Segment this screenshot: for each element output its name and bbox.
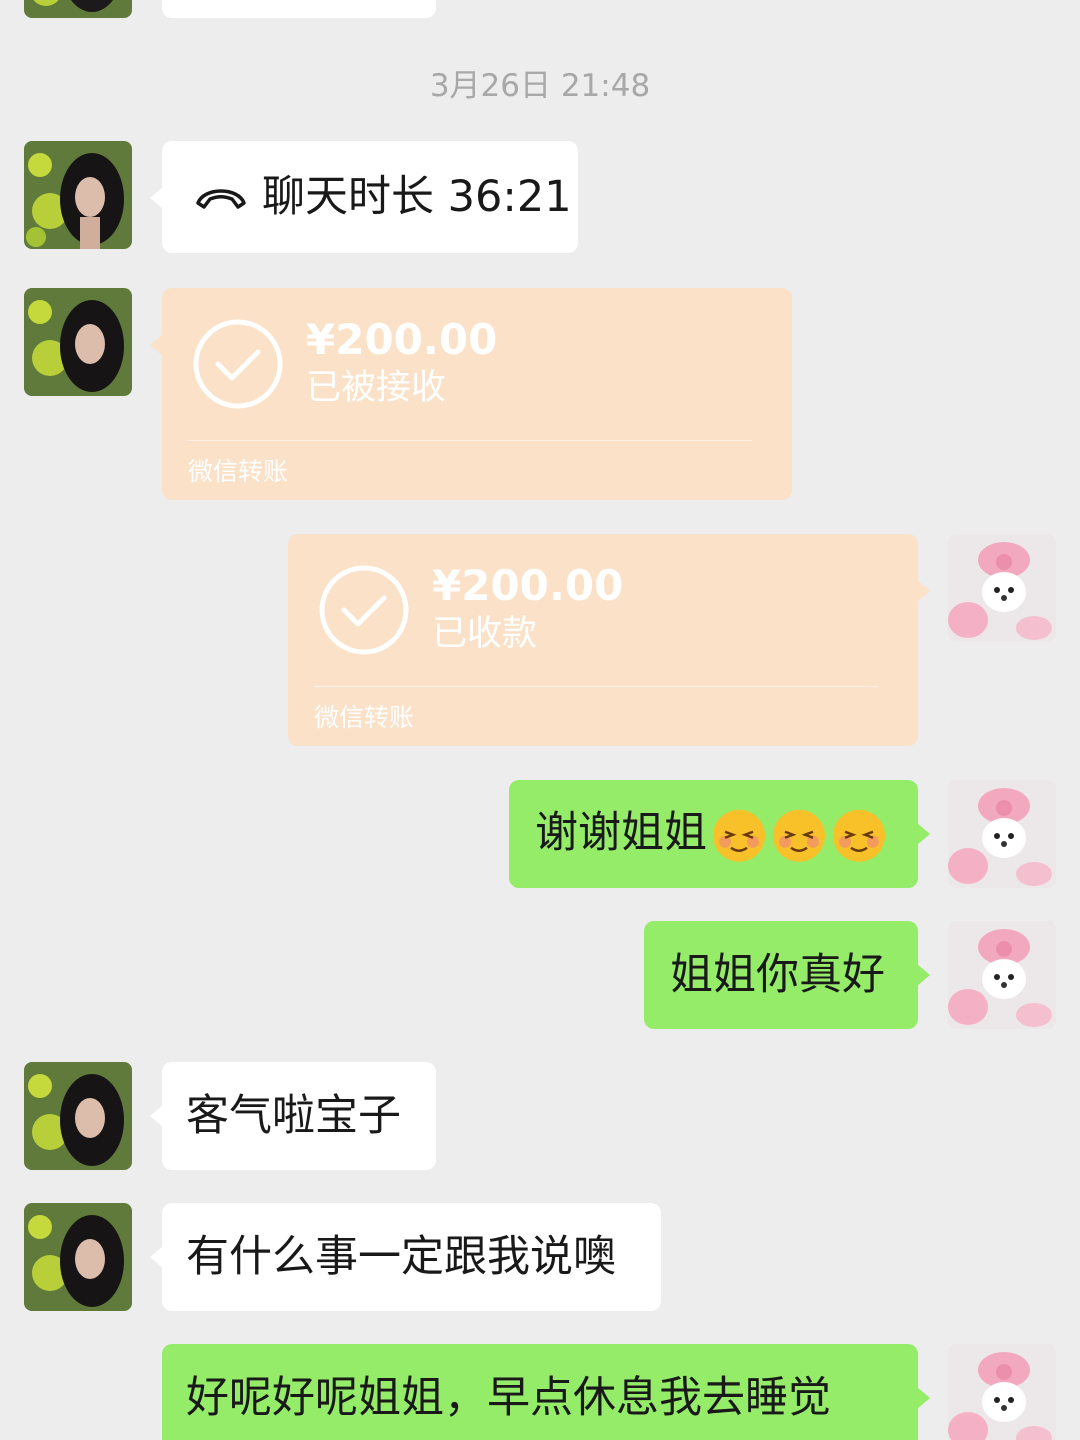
contact-avatar[interactable] <box>24 1062 132 1170</box>
outgoing-message-bubble[interactable]: 谢谢姐姐 <box>509 780 930 888</box>
message-text-thanks: 谢谢姐姐 <box>535 805 887 864</box>
chat-screen: 3月26日 21:48 聊天时长 36:21 ¥200.00 已被接收 微信转账… <box>0 0 1080 1440</box>
timestamp: 3月26日 21:48 <box>429 68 651 104</box>
outgoing-message-bubble[interactable]: 姐姐你真好 <box>644 921 930 1029</box>
transfer-amount: ¥200.00 <box>306 315 498 364</box>
self-avatar[interactable] <box>948 1344 1056 1440</box>
check-circle-icon <box>193 319 283 409</box>
transfer-card-collected[interactable]: ¥200.00 已收款 微信转账 <box>288 534 930 746</box>
divider <box>188 440 752 441</box>
transfer-card-received[interactable]: ¥200.00 已被接收 微信转账 <box>150 288 792 500</box>
shy-face-icon <box>711 807 767 863</box>
shy-face-icon <box>831 807 887 863</box>
divider <box>314 686 878 687</box>
contact-avatar[interactable] <box>24 288 132 396</box>
message-text-tell-me: 有什么事一定跟我说噢 <box>186 1232 616 1282</box>
message-bubble-cut-off[interactable] <box>162 0 436 18</box>
transfer-footer: 微信转账 <box>188 457 289 486</box>
transfer-status: 已被接收 <box>306 368 447 408</box>
self-avatar[interactable] <box>948 921 1056 1029</box>
voice-call-bubble[interactable]: 聊天时长 36:21 <box>150 141 578 253</box>
message-text-welcome: 客气啦宝子 <box>186 1091 401 1141</box>
message-text-nice: 姐姐你真好 <box>670 950 885 1000</box>
contact-avatar[interactable] <box>24 0 132 18</box>
incoming-message-bubble[interactable]: 客气啦宝子 <box>150 1062 436 1170</box>
transfer-footer: 微信转账 <box>314 703 415 732</box>
contact-avatar[interactable] <box>24 1203 132 1311</box>
outgoing-message-bubble[interactable]: 好呢好呢姐姐，早点休息我去睡觉 <box>162 1344 930 1440</box>
transfer-amount: ¥200.00 <box>432 561 624 610</box>
message-text-goodnight: 好呢好呢姐姐，早点休息我去睡觉 <box>186 1373 831 1423</box>
contact-avatar[interactable] <box>24 141 132 249</box>
transfer-status: 已收款 <box>432 614 538 654</box>
call-duration-label: 聊天时长 36:21 <box>262 172 572 222</box>
incoming-message-bubble[interactable]: 有什么事一定跟我说噢 <box>150 1203 661 1311</box>
shy-face-icon <box>771 807 827 863</box>
self-avatar[interactable] <box>948 534 1056 642</box>
phone-hangup-icon <box>196 189 246 209</box>
self-avatar[interactable] <box>948 780 1056 888</box>
check-circle-icon <box>319 565 409 655</box>
